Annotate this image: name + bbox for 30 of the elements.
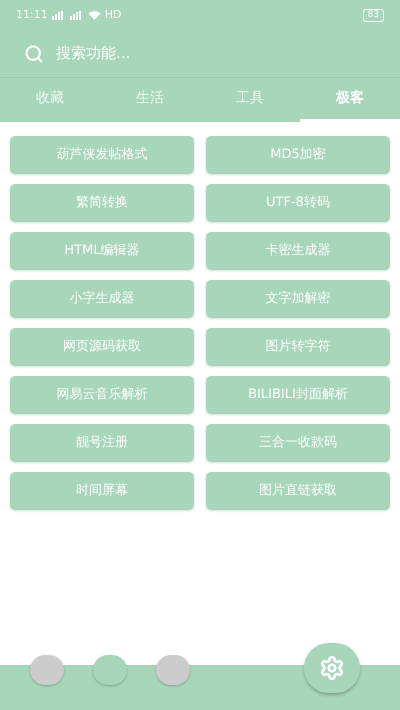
tool-button[interactable]: 卡密生成器 xyxy=(206,232,390,270)
tool-button[interactable]: 文字加解密 xyxy=(206,280,390,318)
tool-button[interactable]: HTML编辑器 xyxy=(10,232,194,270)
settings-icon xyxy=(319,655,345,681)
signal-icon xyxy=(70,10,84,20)
tool-button[interactable]: 葫芦侠发帖格式 xyxy=(10,136,194,174)
tool-button[interactable]: 网页源码获取 xyxy=(10,328,194,366)
settings-button[interactable] xyxy=(304,643,360,693)
signal-icon xyxy=(52,10,66,20)
tool-button[interactable]: 图片直链获取 xyxy=(206,472,390,510)
tool-button[interactable]: 时间屏幕 xyxy=(10,472,194,510)
category-tab[interactable]: 生活 xyxy=(100,78,200,122)
category-tab[interactable]: 收藏 xyxy=(0,78,100,122)
tool-button[interactable]: 图片转字符 xyxy=(206,328,390,366)
tool-button[interactable]: MD5加密 xyxy=(206,136,390,174)
tool-button[interactable]: 繁简转换 xyxy=(10,184,194,222)
search-icon xyxy=(24,44,44,64)
category-tab[interactable]: 极客 xyxy=(300,78,400,122)
search-field[interactable]: 搜索功能... xyxy=(56,42,306,65)
battery-indicator: 83 xyxy=(362,8,384,22)
tool-button[interactable]: 网易云音乐解析 xyxy=(10,376,194,414)
network-label: HD xyxy=(104,6,122,23)
tool-button[interactable]: 三合一收款码 xyxy=(206,424,390,462)
status-time: 11:11 xyxy=(16,6,48,23)
tool-button[interactable]: 靓号注册 xyxy=(10,424,194,462)
wifi-icon xyxy=(88,10,101,20)
tool-button[interactable]: UTF-8转码 xyxy=(206,184,390,222)
tool-button[interactable]: BILIBILI封面解析 xyxy=(206,376,390,414)
tool-button[interactable]: 小字生成器 xyxy=(10,280,194,318)
category-tab[interactable]: 工具 xyxy=(200,78,300,122)
